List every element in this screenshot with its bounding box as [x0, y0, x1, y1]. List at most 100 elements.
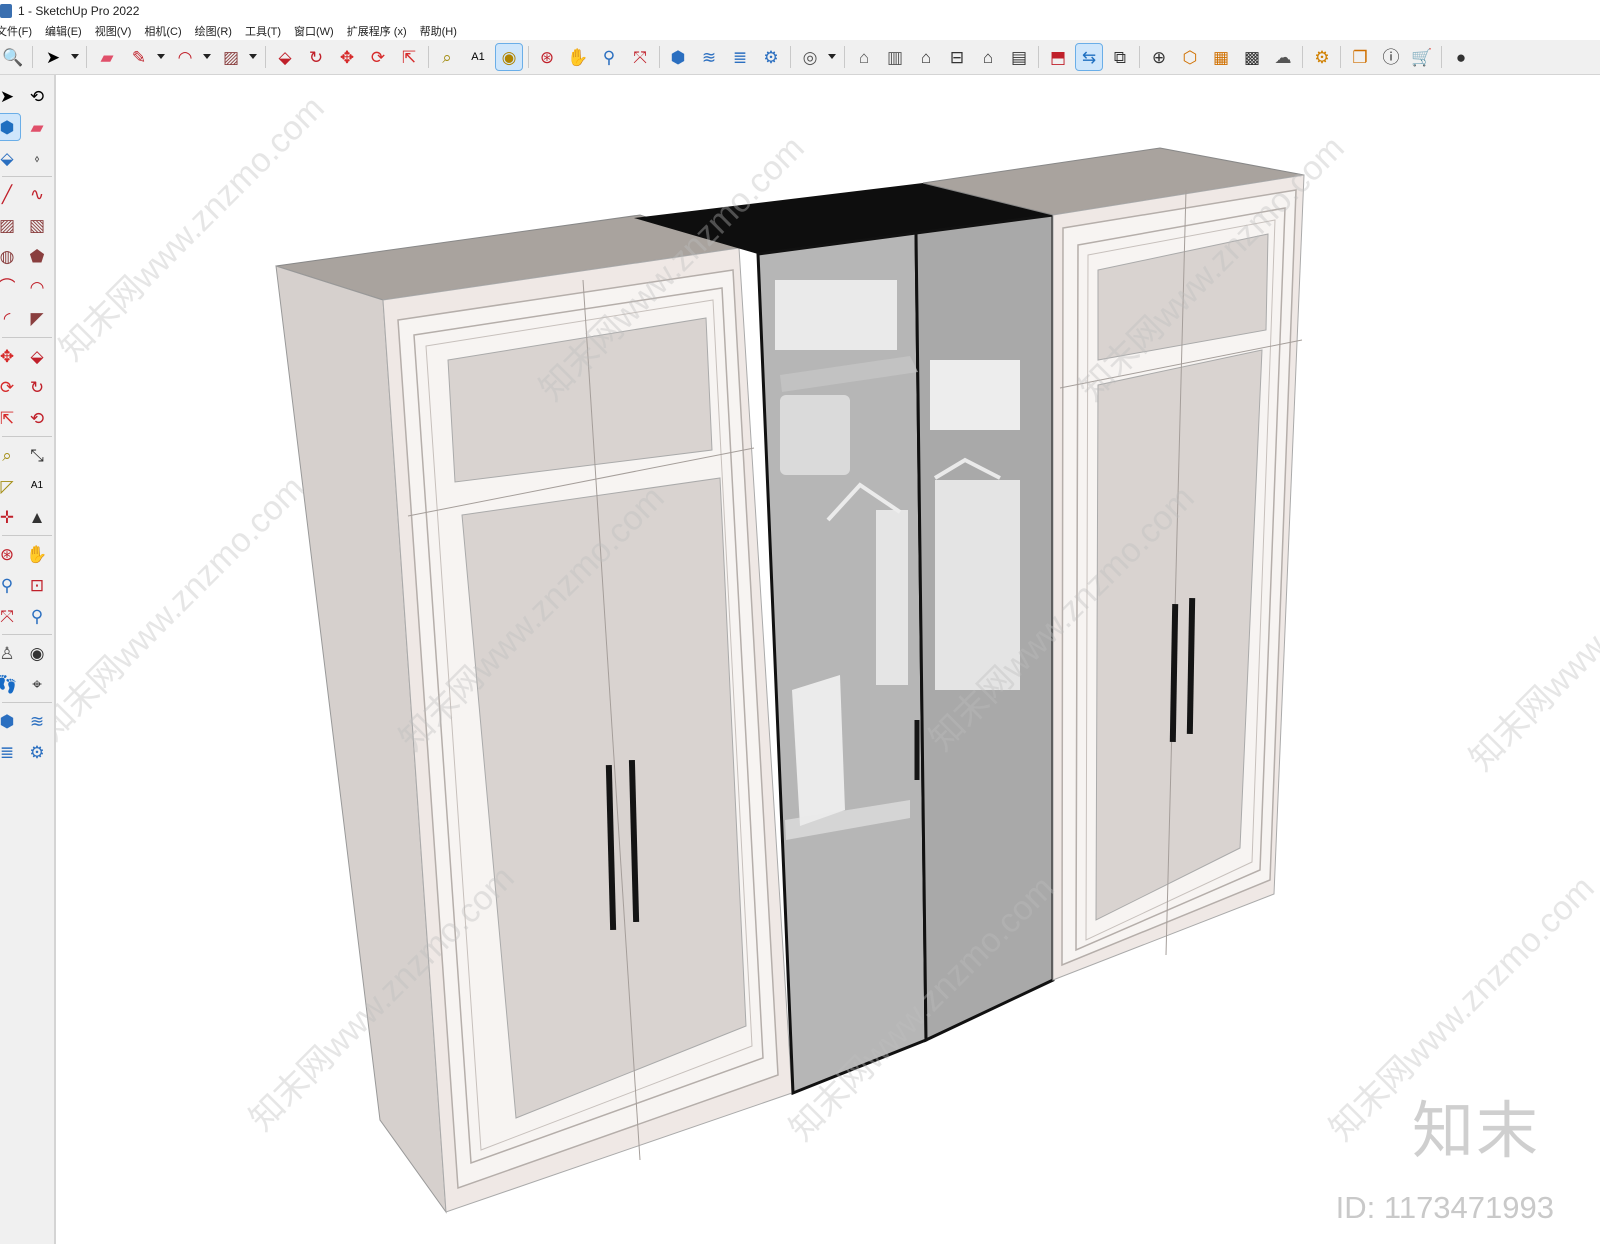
tape-measure-icon[interactable]: ⌕: [0, 442, 20, 468]
messages-icon[interactable]: ❐: [1347, 44, 1373, 70]
arc-icon[interactable]: ◠: [172, 44, 198, 70]
line-icon[interactable]: ╱: [0, 181, 20, 207]
three-point-arc-icon[interactable]: ◤: [24, 305, 50, 331]
protractor-icon[interactable]: ◸: [0, 473, 20, 499]
arc-icon[interactable]: ⌒: [0, 274, 20, 300]
3d-text-icon[interactable]: ▲: [24, 504, 50, 530]
zoom-extents-icon[interactable]: ⤧: [0, 603, 20, 629]
info-icon[interactable]: ⓘ: [1378, 44, 1404, 70]
chevron-down-icon[interactable]: [203, 54, 211, 59]
user-icon[interactable]: ◎: [797, 44, 823, 70]
axes-icon[interactable]: ✛: [0, 504, 20, 530]
section-plane-icon[interactable]: ⬒: [1045, 44, 1071, 70]
layer4-icon[interactable]: ⚙: [24, 739, 50, 765]
select-icon[interactable]: ➤: [0, 83, 20, 109]
text-icon[interactable]: A1: [24, 473, 50, 499]
polygon-icon[interactable]: ⬟: [24, 243, 50, 269]
scale-icon[interactable]: ⇱: [0, 405, 20, 431]
menu-tools[interactable]: 工具(T): [245, 23, 281, 39]
shield-icon[interactable]: ⬡: [1177, 44, 1203, 70]
settings-icon[interactable]: ⚙: [1309, 44, 1335, 70]
paint-bucket-icon[interactable]: ⬙: [0, 145, 20, 171]
section-plane-icon[interactable]: ⌖: [24, 671, 50, 697]
orbit-icon[interactable]: ⟲: [24, 83, 50, 109]
zoom-icon[interactable]: ⚲: [596, 44, 622, 70]
shopping-bag: [792, 675, 845, 826]
pan-icon[interactable]: ✋: [24, 541, 50, 567]
move-icon[interactable]: ✥: [0, 343, 20, 369]
menu-draw[interactable]: 绘图(R): [195, 23, 232, 39]
rotate-icon[interactable]: ⟳: [0, 374, 20, 400]
chevron-down-icon[interactable]: [249, 54, 257, 59]
layers2-icon[interactable]: ≣: [727, 44, 753, 70]
move-icon[interactable]: ✥: [334, 44, 360, 70]
menu-help[interactable]: 帮助(H): [420, 23, 457, 39]
orbit2-icon[interactable]: ⊛: [0, 541, 20, 567]
circle-icon[interactable]: ◍: [0, 243, 20, 269]
chevron-down-icon[interactable]: [828, 54, 836, 59]
walk-icon[interactable]: 👣: [0, 671, 20, 697]
checker-icon[interactable]: ▩: [1239, 44, 1265, 70]
zoom-icon[interactable]: ⚲: [0, 572, 20, 598]
side-view-icon[interactable]: ▤: [1006, 44, 1032, 70]
freehand-icon[interactable]: ∿: [24, 181, 50, 207]
style-icon[interactable]: ▦: [1208, 44, 1234, 70]
top-view-icon[interactable]: ⊟: [944, 44, 970, 70]
text-icon[interactable]: A1: [465, 44, 491, 70]
front-view-icon[interactable]: ▥: [882, 44, 908, 70]
layers-icon[interactable]: ≋: [696, 44, 722, 70]
select-icon[interactable]: ➤: [40, 44, 66, 70]
push-pull-icon[interactable]: ⬙: [272, 44, 298, 70]
menu-view[interactable]: 视图(V): [95, 23, 132, 39]
rectangle-icon[interactable]: ▨: [218, 44, 244, 70]
cart-icon[interactable]: 🛒: [1409, 44, 1435, 70]
orbit-icon[interactable]: ⊛: [534, 44, 560, 70]
rectangle-icon[interactable]: ▨: [0, 212, 20, 238]
tape-measure-icon[interactable]: ⌕: [434, 44, 460, 70]
eraser-icon[interactable]: ▰: [24, 114, 50, 140]
follow-me-icon[interactable]: ↻: [303, 44, 329, 70]
model-viewport[interactable]: 知末网www.znzmo.com 知末网www.znzmo.com 知末网www…: [56, 75, 1600, 1244]
menu-edit[interactable]: 编辑(E): [45, 23, 82, 39]
pan-icon[interactable]: ✋: [565, 44, 591, 70]
chevron-down-icon[interactable]: [157, 54, 165, 59]
house-icon[interactable]: ⌂: [975, 44, 1001, 70]
dimension-icon[interactable]: ⤡: [24, 442, 50, 468]
follow-me-icon[interactable]: ↻: [24, 374, 50, 400]
offset-icon[interactable]: ⟲: [24, 405, 50, 431]
previous-view-icon[interactable]: ⚲: [24, 603, 50, 629]
push-pull-icon[interactable]: ⬙: [24, 343, 50, 369]
layer-settings-icon[interactable]: ⚙: [758, 44, 784, 70]
position-camera-icon[interactable]: ♙: [0, 640, 20, 666]
tag-icon[interactable]: ⬫: [24, 145, 50, 171]
component-icon[interactable]: ⬢: [0, 113, 21, 141]
pie-icon[interactable]: ◠: [24, 274, 50, 300]
paint-bucket-icon[interactable]: ◉: [495, 43, 523, 71]
search-icon[interactable]: 🔍: [0, 44, 26, 70]
rotate-icon[interactable]: ⟳: [365, 44, 391, 70]
account-icon[interactable]: ●: [1448, 44, 1474, 70]
menu-file[interactable]: 文件(F): [0, 23, 32, 39]
eraser-icon[interactable]: ▰: [94, 44, 120, 70]
layer2-icon[interactable]: ≋: [24, 708, 50, 734]
rotated-rect-icon[interactable]: ▧: [24, 212, 50, 238]
iso-view-icon[interactable]: ⌂: [851, 44, 877, 70]
cloud-icon[interactable]: ☁: [1270, 44, 1296, 70]
zoom-window-icon[interactable]: ⊡: [24, 572, 50, 598]
add-icon[interactable]: ⊕: [1146, 44, 1172, 70]
display-section-icon[interactable]: ⇆: [1075, 43, 1103, 71]
component-icon[interactable]: ⬢: [665, 44, 691, 70]
two-point-arc-icon[interactable]: ◜: [0, 305, 20, 331]
menu-camera[interactable]: 相机(C): [144, 23, 181, 39]
menu-extensions[interactable]: 扩展程序 (x): [347, 23, 407, 39]
chevron-down-icon[interactable]: [71, 54, 79, 59]
layer-icon[interactable]: ⬢: [0, 708, 20, 734]
look-around-icon[interactable]: ◉: [24, 640, 50, 666]
pencil-icon[interactable]: ✎: [126, 44, 152, 70]
zoom-extents-icon[interactable]: ⤧: [627, 44, 653, 70]
home-icon[interactable]: ⌂: [913, 44, 939, 70]
layer3-icon[interactable]: ≣: [0, 739, 20, 765]
scale-icon[interactable]: ⇱: [396, 44, 422, 70]
section-fill-icon[interactable]: ⧉: [1107, 44, 1133, 70]
menu-window[interactable]: 窗口(W): [294, 23, 334, 39]
